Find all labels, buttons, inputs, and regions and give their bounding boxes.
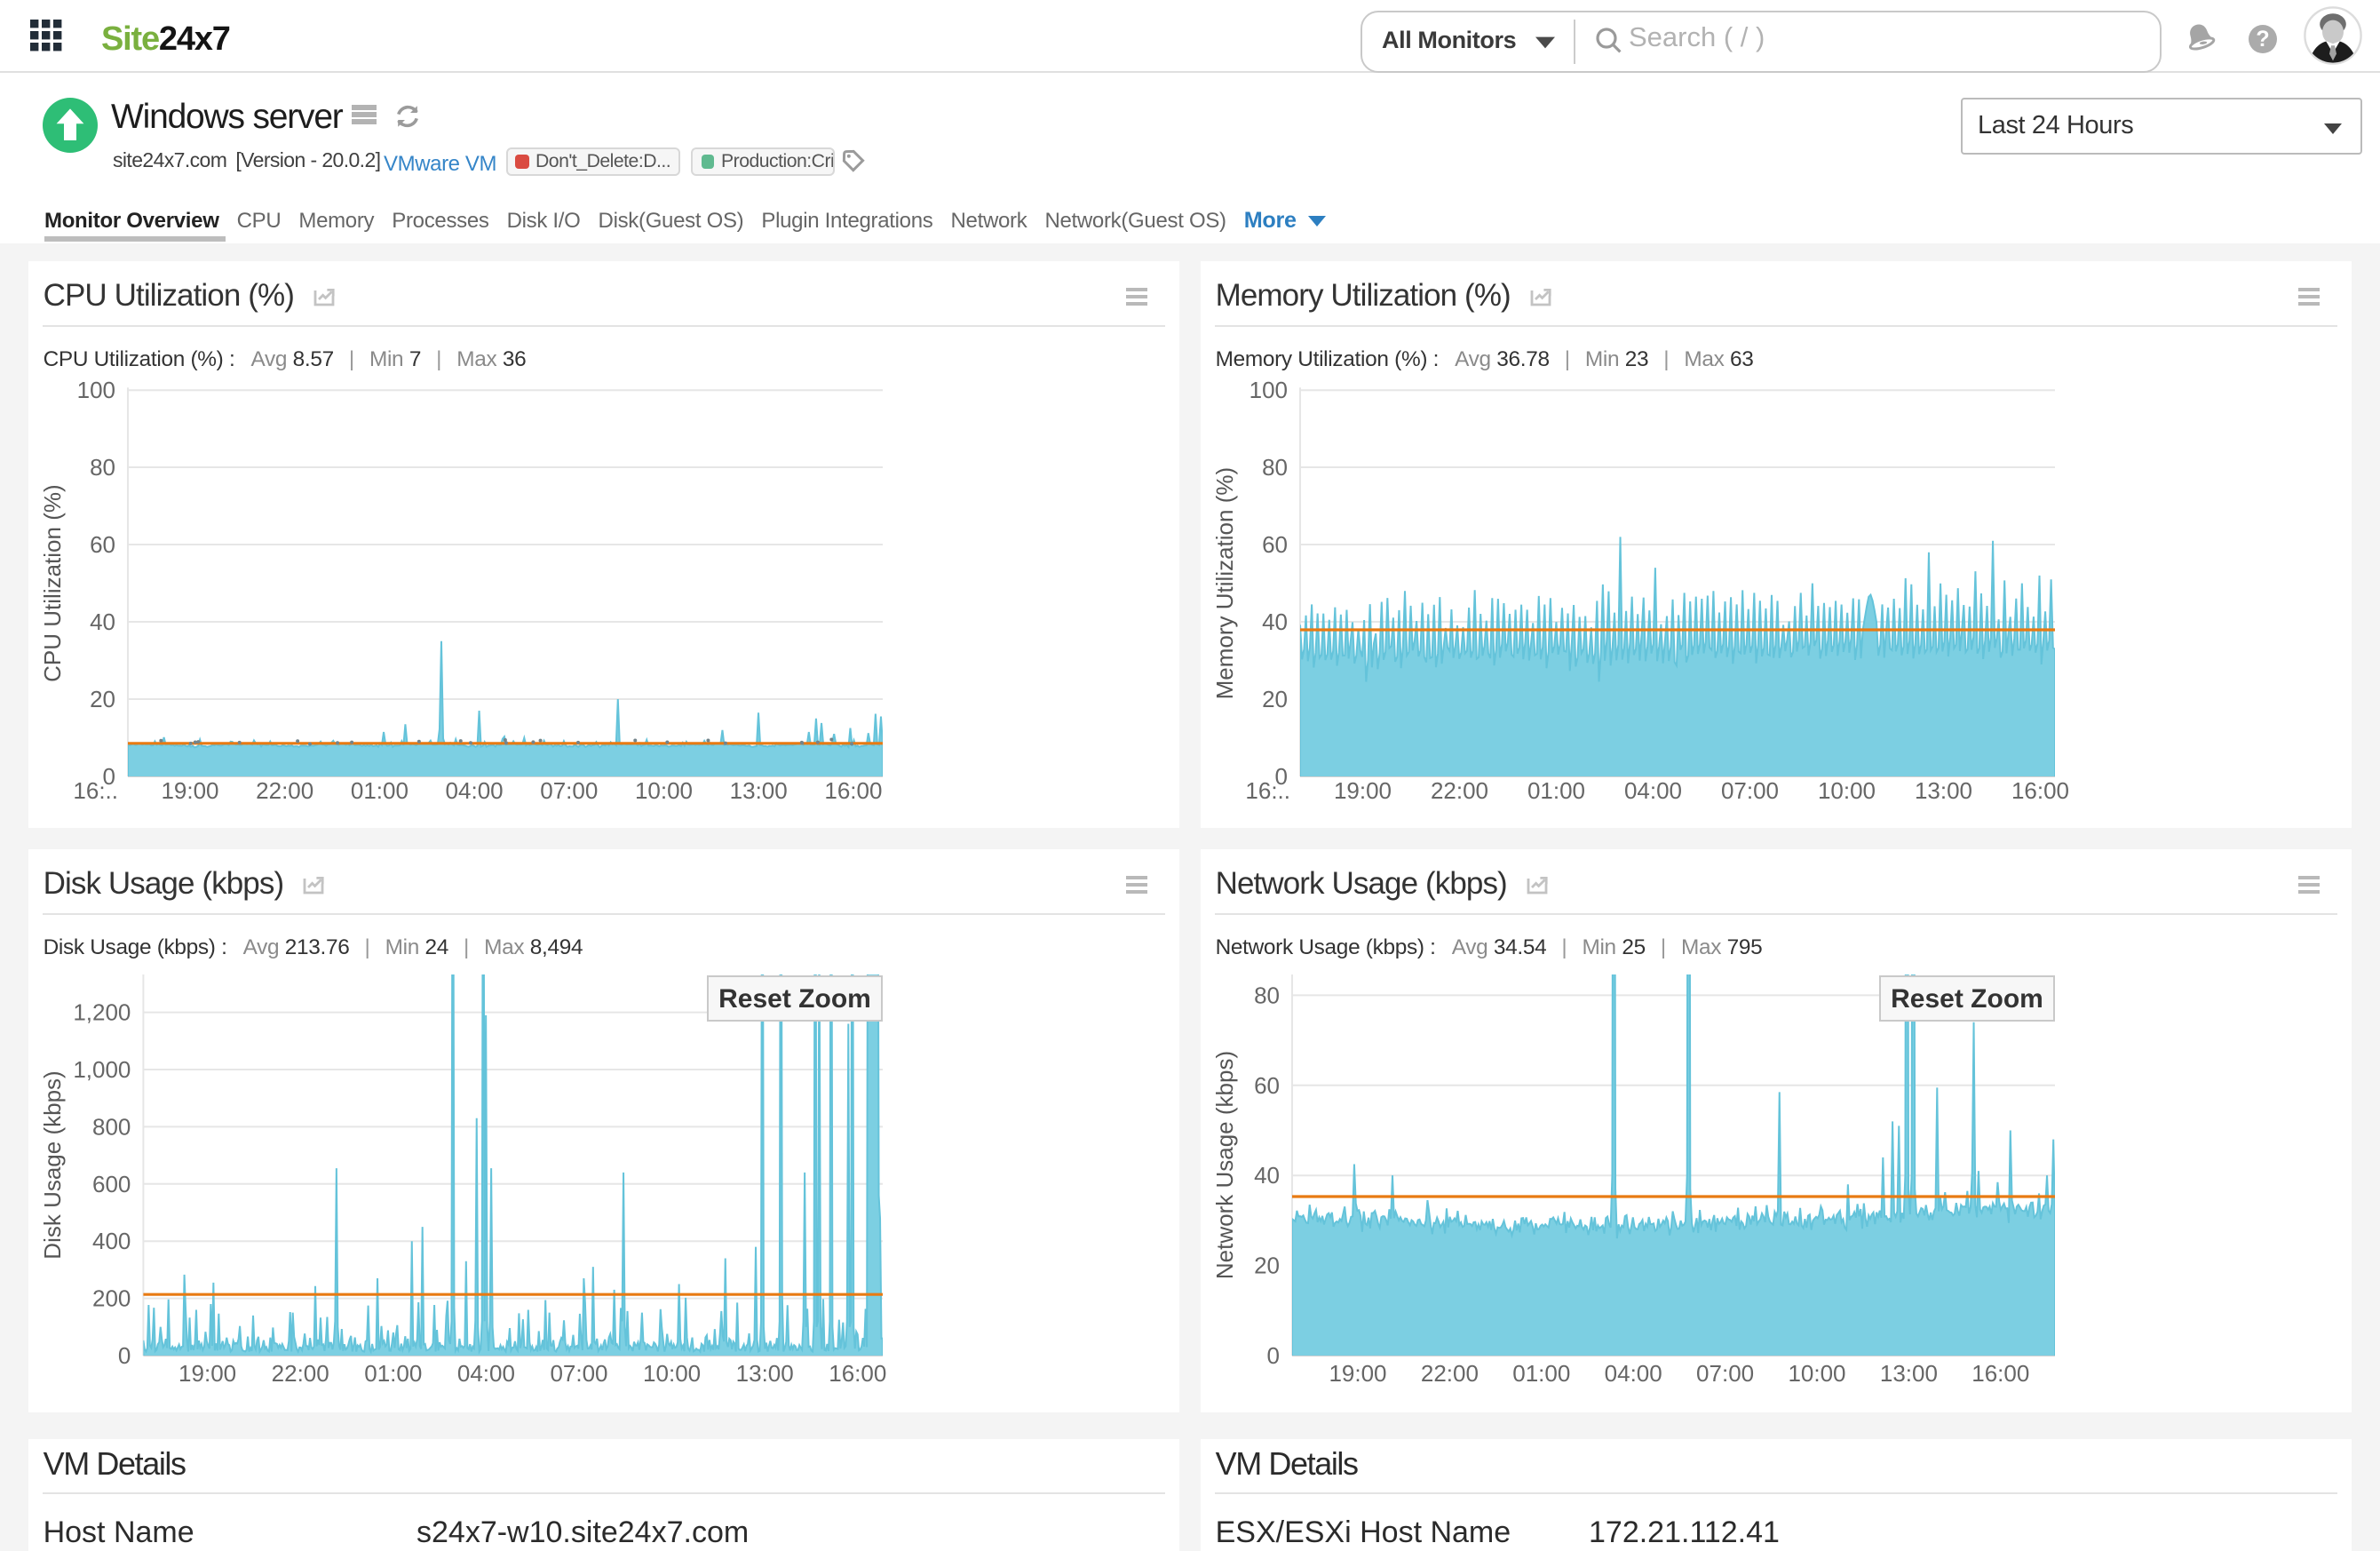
svg-text:22:00: 22:00 [256,777,313,804]
svg-text:1,000: 1,000 [73,1056,131,1083]
svg-text:100: 100 [77,377,115,403]
svg-text:04:00: 04:00 [1605,1360,1662,1387]
svg-text:19:00: 19:00 [178,1360,236,1387]
svg-text:19:00: 19:00 [161,777,218,804]
svg-text:16:00: 16:00 [824,777,882,804]
svg-text:20: 20 [90,686,115,712]
svg-text:10:00: 10:00 [1788,1360,1845,1387]
svg-text:80: 80 [90,454,115,481]
svg-text:800: 800 [92,1113,131,1140]
svg-text:07:00: 07:00 [1696,1360,1754,1387]
svg-text:07:00: 07:00 [1721,777,1779,804]
svg-text:01:00: 01:00 [351,777,409,804]
svg-text:100: 100 [1250,377,1288,403]
svg-text:19:00: 19:00 [1329,1360,1386,1387]
svg-text:22:00: 22:00 [1431,777,1488,804]
svg-text:13:00: 13:00 [730,777,788,804]
svg-text:Memory Utilization (%): Memory Utilization (%) [1211,467,1238,700]
svg-text:10:00: 10:00 [1818,777,1876,804]
svg-text:01:00: 01:00 [1512,1360,1570,1387]
svg-text:80: 80 [1254,982,1280,1008]
svg-text:0: 0 [118,1342,131,1369]
svg-text:CPU Utilization (%): CPU Utilization (%) [39,484,66,682]
svg-text:20: 20 [1262,686,1288,712]
svg-text:200: 200 [92,1285,131,1312]
svg-text:22:00: 22:00 [272,1360,329,1387]
svg-text:Network Usage (kbps): Network Usage (kbps) [1211,1051,1238,1279]
svg-text:40: 40 [1262,608,1288,635]
svg-text:0: 0 [1267,1342,1280,1369]
svg-text:04:00: 04:00 [1624,777,1682,804]
svg-text:80: 80 [1262,454,1288,481]
svg-text:22:00: 22:00 [1421,1360,1479,1387]
svg-text:20: 20 [1254,1253,1280,1279]
svg-text:01:00: 01:00 [1527,777,1585,804]
svg-text:16:00: 16:00 [829,1360,886,1387]
svg-text:16:00: 16:00 [1971,1360,2029,1387]
svg-text:07:00: 07:00 [550,1360,607,1387]
svg-text:16:..: 16:.. [1245,777,1290,804]
svg-text:600: 600 [92,1171,131,1197]
svg-text:60: 60 [90,531,115,558]
svg-text:10:00: 10:00 [635,777,693,804]
svg-text:16:..: 16:.. [73,777,118,804]
svg-text:13:00: 13:00 [736,1360,794,1387]
svg-text:16:00: 16:00 [2011,777,2069,804]
svg-text:60: 60 [1254,1072,1280,1099]
svg-text:10:00: 10:00 [643,1360,701,1387]
svg-text:60: 60 [1262,531,1288,558]
svg-text:400: 400 [92,1228,131,1254]
svg-text:04:00: 04:00 [446,777,504,804]
svg-text:1,200: 1,200 [73,999,131,1026]
svg-text:40: 40 [90,608,115,635]
svg-text:40: 40 [1254,1162,1280,1189]
svg-text:01:00: 01:00 [364,1360,422,1387]
svg-text:19:00: 19:00 [1334,777,1392,804]
svg-text:13:00: 13:00 [1880,1360,1938,1387]
svg-text:Disk Usage (kbps): Disk Usage (kbps) [39,1070,66,1259]
svg-text:04:00: 04:00 [457,1360,515,1387]
svg-text:07:00: 07:00 [540,777,598,804]
svg-text:13:00: 13:00 [1915,777,1972,804]
